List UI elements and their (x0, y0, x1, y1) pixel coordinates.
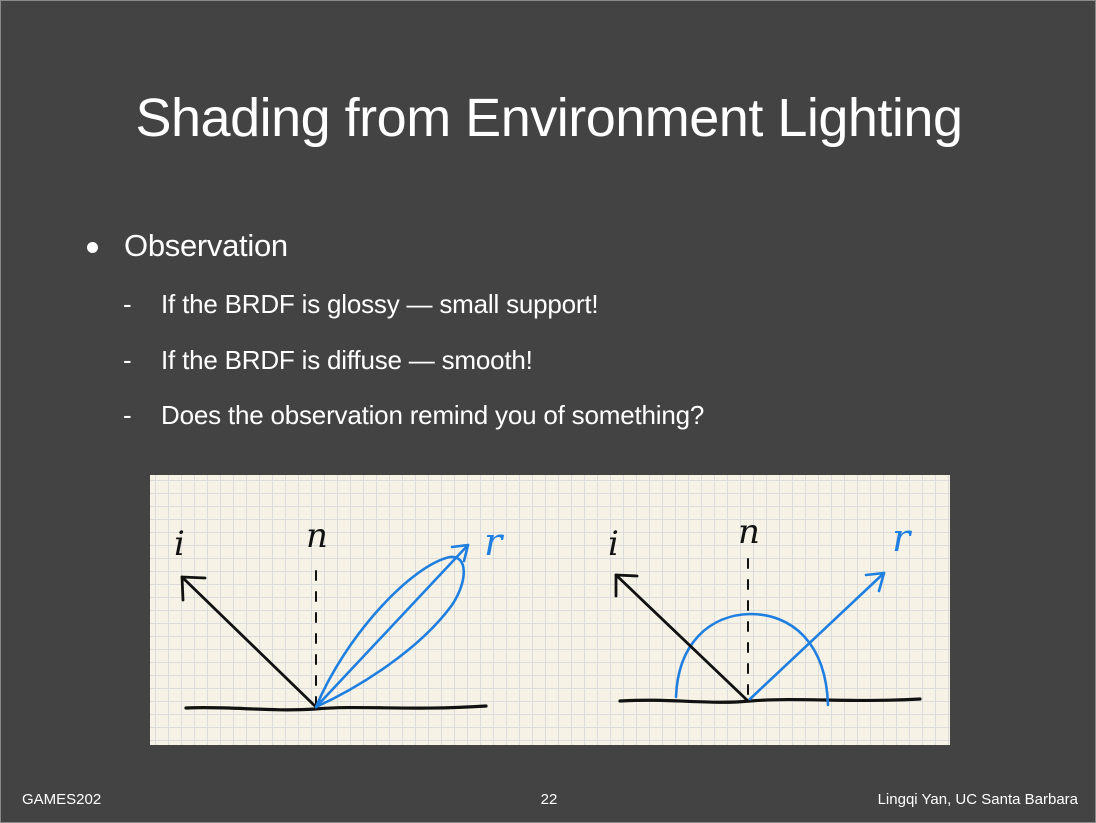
bullet-text: Observation (124, 228, 288, 263)
sub-bullet-text: If the BRDF is diffuse — smooth! (161, 344, 533, 375)
footer-author: Lingqi Yan, UC Santa Barbara (877, 791, 1078, 808)
bullet-observation: Observation (87, 223, 288, 269)
slide: Shading from Environment Lighting Observ… (0, 0, 1096, 823)
reflect-label: r (484, 520, 505, 564)
surface-line (618, 697, 922, 704)
glossy-diagram: i n r (174, 516, 505, 712)
brdf-sketch-figure: i n r i n r (150, 475, 950, 745)
incident-label: i (174, 524, 185, 564)
diffuse-hemisphere (674, 612, 830, 707)
surface-line (184, 704, 488, 712)
incident-ray (180, 575, 318, 709)
bullet-dot-icon (87, 241, 98, 253)
sub-bullet-text: If the BRDF is glossy — small support! (161, 288, 599, 319)
diffuse-diagram: i n r (608, 512, 922, 707)
reflect-inner-ray (314, 543, 470, 709)
normal-label: n (738, 512, 760, 552)
incident-label: i (608, 524, 619, 564)
sub-bullet-text: Does the observation remind you of somet… (161, 399, 705, 430)
slide-title: Shading from Environment Lighting (135, 88, 964, 148)
sub-bullet-diffuse: - If the BRDF is diffuse — smooth! (123, 342, 533, 378)
incident-ray (614, 573, 750, 703)
dash-marker: - (123, 288, 132, 319)
dash-marker: - (123, 399, 132, 430)
reflect-ray (748, 571, 886, 701)
normal-label: n (306, 516, 328, 556)
dash-marker: - (123, 344, 132, 375)
sub-bullet-glossy: - If the BRDF is glossy — small support! (123, 286, 599, 322)
sub-bullet-question: - Does the observation remind you of som… (123, 397, 704, 433)
brdf-sketch-svg: i n r i n r (174, 512, 922, 712)
reflect-label: r (892, 516, 913, 560)
